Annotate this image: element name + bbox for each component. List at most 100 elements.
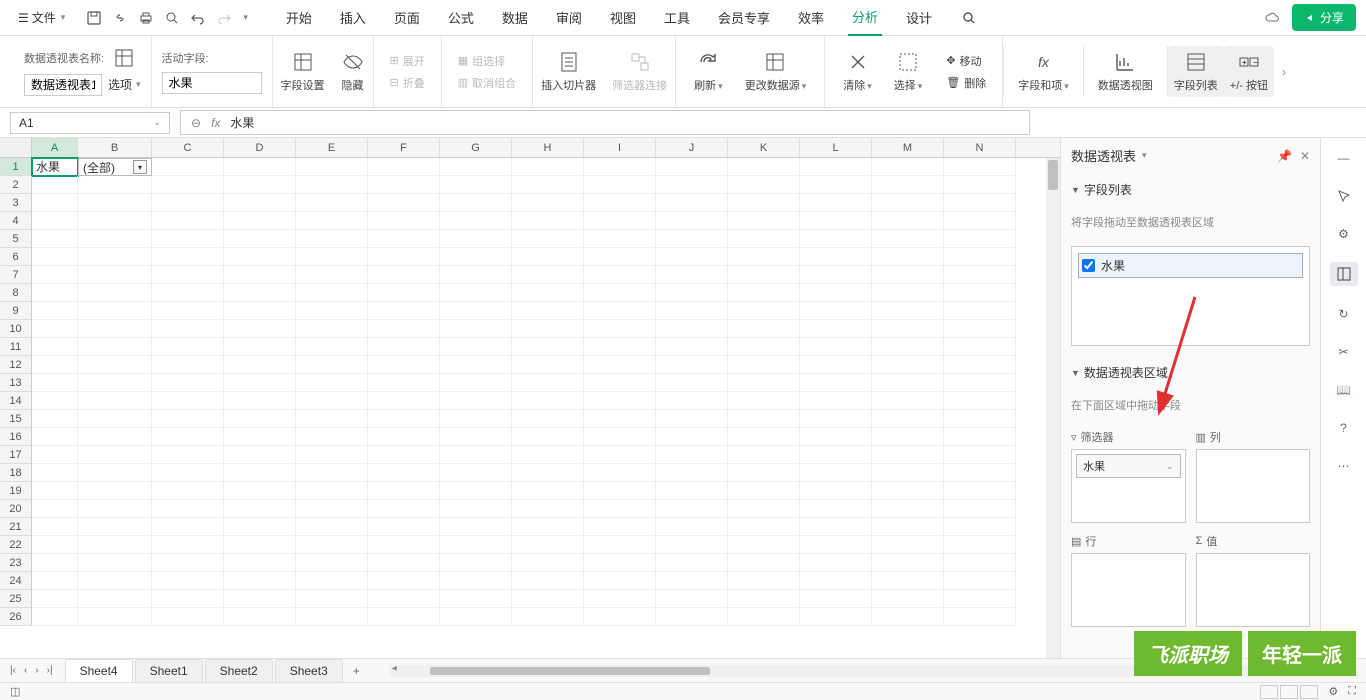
cell-H5[interactable] bbox=[512, 230, 584, 248]
cell-J7[interactable] bbox=[656, 266, 728, 284]
cell-N8[interactable] bbox=[944, 284, 1016, 302]
cell-A19[interactable] bbox=[32, 482, 78, 500]
cell-H17[interactable] bbox=[512, 446, 584, 464]
cell-G15[interactable] bbox=[440, 410, 512, 428]
cell-K26[interactable] bbox=[728, 608, 800, 626]
row-header-5[interactable]: 5 bbox=[0, 230, 32, 248]
cell-M24[interactable] bbox=[872, 572, 944, 590]
row-header-9[interactable]: 9 bbox=[0, 302, 32, 320]
cell-C1[interactable] bbox=[152, 158, 224, 176]
col-header-H[interactable]: H bbox=[512, 138, 584, 157]
cell-J11[interactable] bbox=[656, 338, 728, 356]
cell-K5[interactable] bbox=[728, 230, 800, 248]
row-header-8[interactable]: 8 bbox=[0, 284, 32, 302]
move-button[interactable]: ✥移动 bbox=[940, 51, 992, 71]
cell-D10[interactable] bbox=[224, 320, 296, 338]
fullscreen-icon[interactable]: ⛶ bbox=[1348, 685, 1356, 698]
cell-K18[interactable] bbox=[728, 464, 800, 482]
filter-chip-fruit[interactable]: 水果⌄ bbox=[1076, 454, 1181, 478]
cell-L7[interactable] bbox=[800, 266, 872, 284]
cell-K7[interactable] bbox=[728, 266, 800, 284]
cell-L10[interactable] bbox=[800, 320, 872, 338]
cell-M19[interactable] bbox=[872, 482, 944, 500]
cell-L2[interactable] bbox=[800, 176, 872, 194]
row-header-14[interactable]: 14 bbox=[0, 392, 32, 410]
cell-E24[interactable] bbox=[296, 572, 368, 590]
cell-L22[interactable] bbox=[800, 536, 872, 554]
field-item-button[interactable]: fx 字段和项▾ bbox=[1003, 46, 1084, 97]
change-source-button[interactable]: 更改数据源▾ bbox=[737, 46, 815, 97]
cell-A26[interactable] bbox=[32, 608, 78, 626]
more-icon[interactable]: ⋯ bbox=[1334, 456, 1354, 476]
cell-J22[interactable] bbox=[656, 536, 728, 554]
pivot-icon[interactable] bbox=[114, 48, 134, 68]
cell-M13[interactable] bbox=[872, 374, 944, 392]
cell-D26[interactable] bbox=[224, 608, 296, 626]
cell-K1[interactable] bbox=[728, 158, 800, 176]
cell-N20[interactable] bbox=[944, 500, 1016, 518]
tab-design[interactable]: 设计 bbox=[902, 0, 936, 35]
cell-K6[interactable] bbox=[728, 248, 800, 266]
cell-D6[interactable] bbox=[224, 248, 296, 266]
cell-C4[interactable] bbox=[152, 212, 224, 230]
cell-E18[interactable] bbox=[296, 464, 368, 482]
cell-I14[interactable] bbox=[584, 392, 656, 410]
cell-L19[interactable] bbox=[800, 482, 872, 500]
cell-H7[interactable] bbox=[512, 266, 584, 284]
cell-I24[interactable] bbox=[584, 572, 656, 590]
search-icon[interactable] bbox=[960, 9, 978, 27]
cell-L9[interactable] bbox=[800, 302, 872, 320]
cell-L24[interactable] bbox=[800, 572, 872, 590]
formula-input[interactable]: ⊖ fx 水果 bbox=[180, 110, 1030, 135]
cell-F1[interactable] bbox=[368, 158, 440, 176]
minimize-icon[interactable]: — bbox=[1334, 148, 1354, 168]
cell-C13[interactable] bbox=[152, 374, 224, 392]
row-header-7[interactable]: 7 bbox=[0, 266, 32, 284]
cell-C20[interactable] bbox=[152, 500, 224, 518]
cell-E26[interactable] bbox=[296, 608, 368, 626]
cell-B11[interactable] bbox=[78, 338, 152, 356]
tab-start[interactable]: 开始 bbox=[282, 0, 316, 35]
cell-A22[interactable] bbox=[32, 536, 78, 554]
cell-C25[interactable] bbox=[152, 590, 224, 608]
tab-next-icon[interactable]: › bbox=[33, 663, 40, 678]
cell-F18[interactable] bbox=[368, 464, 440, 482]
cell-K21[interactable] bbox=[728, 518, 800, 536]
cell-I18[interactable] bbox=[584, 464, 656, 482]
preview-icon[interactable] bbox=[163, 9, 181, 27]
cell-H20[interactable] bbox=[512, 500, 584, 518]
cell-F23[interactable] bbox=[368, 554, 440, 572]
cell-L14[interactable] bbox=[800, 392, 872, 410]
tab-insert[interactable]: 插入 bbox=[336, 0, 370, 35]
tab-review[interactable]: 审阅 bbox=[552, 0, 586, 35]
row-header-10[interactable]: 10 bbox=[0, 320, 32, 338]
tab-analyze[interactable]: 分析 bbox=[848, 0, 882, 36]
cell-H15[interactable] bbox=[512, 410, 584, 428]
cell-G8[interactable] bbox=[440, 284, 512, 302]
cell-N5[interactable] bbox=[944, 230, 1016, 248]
settings-icon[interactable]: ⚙ bbox=[1334, 224, 1354, 244]
cell-K23[interactable] bbox=[728, 554, 800, 572]
col-header-C[interactable]: C bbox=[152, 138, 224, 157]
row-header-6[interactable]: 6 bbox=[0, 248, 32, 266]
cell-G23[interactable] bbox=[440, 554, 512, 572]
cell-A5[interactable] bbox=[32, 230, 78, 248]
cell-M1[interactable] bbox=[872, 158, 944, 176]
cell-M15[interactable] bbox=[872, 410, 944, 428]
cell-A16[interactable] bbox=[32, 428, 78, 446]
cell-G1[interactable] bbox=[440, 158, 512, 176]
tab-data[interactable]: 数据 bbox=[498, 0, 532, 35]
cell-B10[interactable] bbox=[78, 320, 152, 338]
field-item-fruit[interactable]: 水果 bbox=[1078, 253, 1303, 278]
cell-M8[interactable] bbox=[872, 284, 944, 302]
cell-E6[interactable] bbox=[296, 248, 368, 266]
cell-N9[interactable] bbox=[944, 302, 1016, 320]
cell-N3[interactable] bbox=[944, 194, 1016, 212]
cell-H16[interactable] bbox=[512, 428, 584, 446]
cell-I3[interactable] bbox=[584, 194, 656, 212]
clear-button[interactable]: 清除▾ bbox=[835, 46, 880, 97]
cell-L20[interactable] bbox=[800, 500, 872, 518]
cell-J26[interactable] bbox=[656, 608, 728, 626]
print-icon[interactable] bbox=[137, 9, 155, 27]
cell-B17[interactable] bbox=[78, 446, 152, 464]
